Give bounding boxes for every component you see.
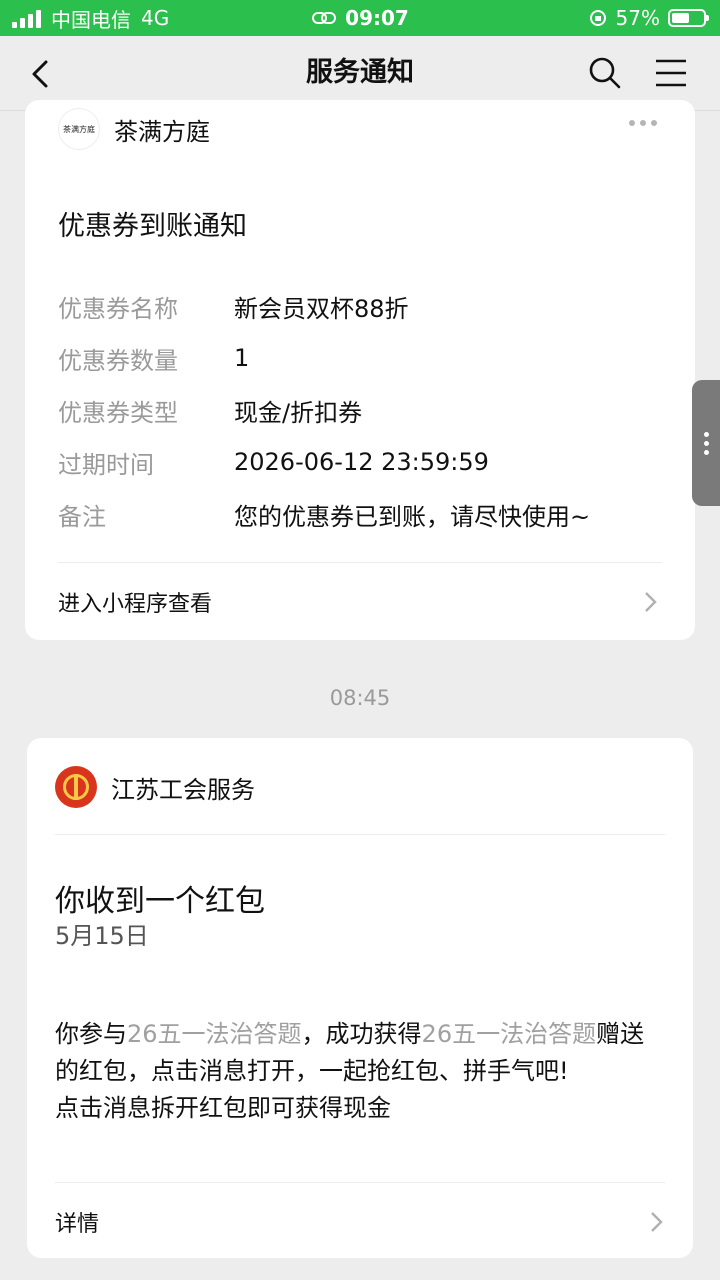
card1-source-name: 茶满方庭 (114, 117, 210, 146)
clock: 09:07 (345, 6, 409, 30)
card2-source-name: 江苏工会服务 (111, 775, 255, 804)
field-value: 现金/折扣券 (234, 398, 363, 427)
field-row: 过期时间 2026-06-12 23:59:59 (58, 436, 678, 488)
body-text: ，成功获得 (301, 1020, 422, 1048)
union-logo (55, 766, 97, 808)
card2-divider-top (55, 834, 665, 835)
field-row: 优惠券类型 现金/折扣券 (58, 384, 678, 436)
field-label: 优惠券类型 (58, 398, 178, 427)
details-link[interactable]: 详情 (55, 1206, 99, 1238)
card2-body: 你参与26五一法治答题，成功获得26五一法治答题赠送的红包，点击消息打开，一起抢… (55, 1016, 667, 1127)
menu-icon[interactable] (652, 54, 690, 92)
chevron-right-icon (651, 1212, 663, 1232)
field-label: 优惠券名称 (58, 294, 178, 323)
activity-name: 26五一法治答题 (127, 1020, 302, 1048)
floating-side-handle[interactable] (692, 380, 720, 506)
chevron-right-icon (645, 592, 657, 612)
card2-title: 你收到一个红包 (55, 884, 265, 919)
tea-logo: 茶满方庭 (58, 108, 100, 150)
link-icon (312, 12, 337, 24)
coupon-fields: 优惠券名称 新会员双杯88折 优惠券数量 1 优惠券类型 现金/折扣券 过期时间… (58, 280, 678, 540)
battery-icon (668, 9, 709, 27)
field-value: 您的优惠券已到账，请尽快使用~ (234, 502, 591, 531)
coupon-notification-card[interactable]: 茶满方庭 茶满方庭 优惠券到账通知 优惠券名称 新会员双杯88折 优惠券数量 1… (25, 100, 695, 640)
body-text: 你参与 (55, 1020, 127, 1048)
search-icon[interactable] (586, 54, 624, 92)
field-row: 优惠券数量 1 (58, 332, 678, 384)
field-value: 1 (234, 344, 250, 372)
card2-divider-bottom (55, 1182, 665, 1183)
field-value: 2026-06-12 23:59:59 (234, 448, 489, 476)
field-value: 新会员双杯88折 (234, 294, 409, 323)
rotation-lock-icon (589, 10, 606, 26)
body-text: 点击消息拆开红包即可获得现金 (55, 1094, 391, 1122)
more-icon[interactable] (629, 120, 657, 126)
status-right: 57% (588, 0, 709, 36)
card1-divider (58, 562, 662, 563)
card1-title: 优惠券到账通知 (58, 211, 247, 242)
field-label: 备注 (58, 502, 106, 531)
field-row: 优惠券名称 新会员双杯88折 (58, 280, 678, 332)
activity-name: 26五一法治答题 (421, 1020, 597, 1048)
card2-date: 5月15日 (55, 922, 149, 950)
card2-source: 江苏工会服务 (55, 766, 255, 808)
field-row: 备注 您的优惠券已到账，请尽快使用~ (58, 488, 678, 540)
field-label: 过期时间 (58, 450, 154, 479)
status-bar: 中国电信 4G 09:07 57% (0, 0, 720, 36)
red-packet-card[interactable]: 江苏工会服务 你收到一个红包 5月15日 你参与26五一法治答题，成功获得26五… (27, 738, 693, 1258)
battery-percent: 57% (615, 6, 660, 30)
tea-logo-text: 茶满方庭 (63, 124, 95, 134)
message-timestamp: 08:45 (329, 686, 391, 710)
card1-source: 茶满方庭 茶满方庭 (58, 108, 210, 150)
field-label: 优惠券数量 (58, 346, 178, 375)
open-miniprogram-link[interactable]: 进入小程序查看 (58, 586, 212, 618)
